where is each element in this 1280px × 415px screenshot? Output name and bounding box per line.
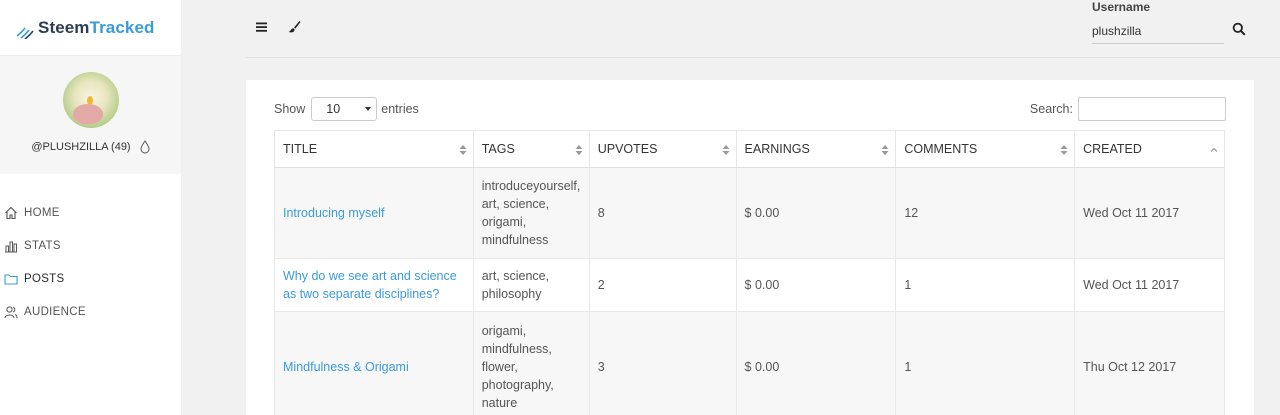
cell-created: Wed Oct 11 2017 (1074, 258, 1225, 312)
cell-upvotes: 2 (588, 258, 737, 312)
posts-table: TITLE TAGS UPVOTES EARNINGS COMMENTS CRE… (274, 130, 1225, 415)
nav-label-posts: POSTS (24, 272, 65, 285)
cell-tags: origami, mindfulness, flower, photograph… (472, 311, 590, 415)
show-label: Show (274, 102, 306, 116)
brand-name: SteemTracked (38, 18, 155, 38)
cell-tags: art, science, philosophy (472, 258, 590, 312)
top-bar: Username (246, 0, 1280, 58)
cell-upvotes: 3 (588, 311, 737, 415)
column-header-earnings[interactable]: EARNINGS (735, 130, 897, 168)
profile-panel: @PLUSHZILLA (49) (0, 56, 181, 174)
table-row: Mindfulness & Origami origami, mindfulne… (274, 311, 1225, 415)
cell-title: Introducing myself (274, 167, 474, 259)
cell-earnings: $ 0.00 (735, 167, 897, 259)
profile-line: @PLUSHZILLA (49) (31, 140, 150, 154)
column-header-upvotes[interactable]: UPVOTES (588, 130, 737, 168)
cell-created: Wed Oct 11 2017 (1074, 167, 1225, 259)
entries-select-value: 10 (326, 102, 341, 116)
sort-ascending-icon (1210, 147, 1218, 152)
bar-chart-icon (5, 241, 17, 252)
nav-item-home[interactable]: HOME (0, 196, 181, 229)
username-label: Username (1092, 0, 1151, 14)
nav-label-stats: STATS (24, 239, 61, 252)
sidebar: SteemTracked @PLUSHZILLA (49) HOME STATS… (0, 0, 181, 415)
entries-control: Show 10 entries (274, 97, 419, 121)
sort-both-icon (1060, 145, 1068, 155)
steem-logo-icon (16, 27, 34, 39)
cell-earnings: $ 0.00 (735, 258, 897, 312)
column-header-earnings-label: EARNINGS (744, 142, 810, 156)
post-title-link[interactable]: Why do we see art and science as two sep… (283, 269, 457, 301)
table-search-input[interactable] (1078, 97, 1226, 121)
cell-created: Thu Oct 12 2017 (1074, 311, 1225, 415)
table-header-row: TITLE TAGS UPVOTES EARNINGS COMMENTS CRE… (274, 130, 1225, 168)
brand-name-part1: Steem (38, 17, 90, 37)
cell-comments: 1 (895, 311, 1076, 415)
users-icon (4, 305, 18, 318)
hamburger-menu-icon[interactable] (254, 19, 270, 35)
entries-label: entries (381, 102, 419, 116)
posts-card: Show 10 entries Search: TITLE TAGS UPVOT… (246, 80, 1254, 415)
column-header-comments[interactable]: COMMENTS (895, 130, 1076, 168)
entries-select[interactable]: 10 (311, 97, 378, 121)
post-title-link[interactable]: Introducing myself (283, 206, 384, 220)
column-header-created-label: CREATED (1083, 142, 1142, 156)
table-row: Why do we see art and science as two sep… (274, 258, 1225, 312)
sort-both-icon (881, 145, 889, 155)
column-header-created[interactable]: CREATED (1074, 130, 1225, 168)
search-label: Search: (1029, 102, 1073, 116)
username-input[interactable] (1092, 18, 1224, 44)
sidebar-nav: HOME STATS POSTS AUDIENCE (0, 196, 181, 328)
nav-label-audience: AUDIENCE (24, 305, 86, 318)
column-header-title-label: TITLE (283, 142, 318, 156)
column-header-comments-label: COMMENTS (904, 142, 978, 156)
nav-item-audience[interactable]: AUDIENCE (0, 295, 181, 328)
brand[interactable]: SteemTracked (0, 0, 181, 56)
cell-title: Why do we see art and science as two sep… (274, 258, 474, 312)
cell-upvotes: 8 (588, 167, 737, 259)
table-row: Introducing myself introduceyourself, ar… (274, 167, 1225, 259)
cell-title: Mindfulness & Origami (274, 311, 474, 415)
cell-earnings: $ 0.00 (735, 311, 897, 415)
avatar[interactable] (62, 72, 119, 128)
nav-label-home: HOME (24, 206, 60, 219)
column-header-title[interactable]: TITLE (274, 130, 474, 168)
table-search: Search: (1030, 97, 1226, 121)
cell-tags: introduceyourself, art, science, origami… (472, 167, 590, 259)
home-icon (5, 206, 17, 219)
profile-handle: @PLUSHZILLA (49) (31, 141, 131, 153)
caret-down-icon (365, 107, 372, 111)
cell-comments: 12 (895, 167, 1076, 259)
column-header-upvotes-label: UPVOTES (597, 142, 658, 156)
nav-item-stats[interactable]: STATS (0, 229, 181, 262)
folder-icon (4, 273, 18, 285)
column-header-tags[interactable]: TAGS (472, 130, 590, 168)
search-icon[interactable] (1232, 22, 1246, 36)
brand-name-part2: Tracked (89, 17, 155, 37)
sort-both-icon (575, 145, 583, 155)
table-controls: Show 10 entries Search: (274, 97, 1226, 121)
nav-item-posts[interactable]: POSTS (0, 262, 181, 295)
paintbrush-icon[interactable] (286, 19, 302, 35)
column-header-tags-label: TAGS (481, 142, 515, 156)
voting-power-drop-icon (140, 140, 150, 154)
sort-both-icon (722, 145, 730, 155)
cell-comments: 1 (895, 258, 1076, 312)
post-title-link[interactable]: Mindfulness & Origami (283, 360, 409, 374)
sort-both-icon (459, 145, 467, 155)
